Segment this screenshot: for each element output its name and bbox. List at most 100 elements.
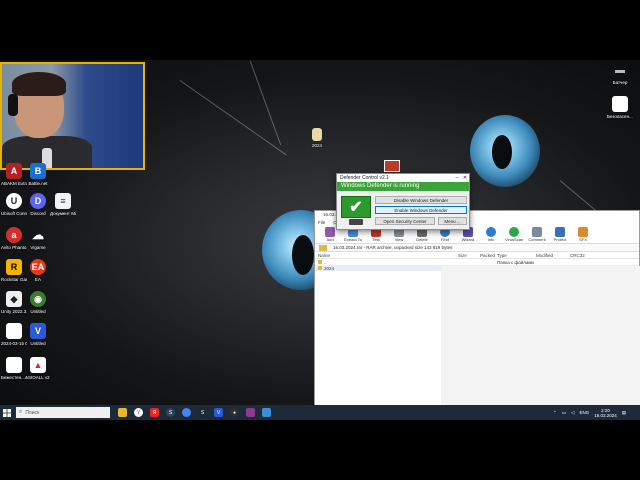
obs-icon[interactable]: ● bbox=[230, 408, 239, 417]
enable-defender-button[interactable]: Enable Windows Defender bbox=[375, 206, 467, 214]
clock-date: 16.03.2024 bbox=[594, 412, 617, 418]
defender-control-window[interactable]: Defender Control v2.1 – ✕ Windows Defend… bbox=[336, 173, 470, 230]
webcam-overlay bbox=[0, 62, 145, 170]
desktop-icon-vigame[interactable]: ☁ Vigame bbox=[25, 227, 51, 251]
menu-file[interactable]: File bbox=[318, 219, 325, 226]
file-icon bbox=[6, 357, 22, 373]
toolbar-label: Delete bbox=[416, 237, 428, 242]
minimize-icon[interactable]: – bbox=[453, 175, 461, 181]
winrar-taskbar-icon[interactable] bbox=[246, 408, 255, 417]
desktop-icon-label: ASIOALL v2 Instruction... bbox=[25, 375, 51, 380]
clock[interactable]: 2:20 16.03.2024 bbox=[594, 408, 617, 418]
toolbar-comment[interactable]: Comment bbox=[528, 226, 546, 243]
toolbar-virusscan[interactable]: VirusScan bbox=[505, 226, 523, 243]
archive-path-bar[interactable]: 16.03.2024.rar - RAR archive, unpacked s… bbox=[315, 244, 639, 252]
tray-chevron-icon[interactable]: ⌃ bbox=[553, 410, 557, 416]
desktop-icon-untitled-1[interactable]: ◉ Untitled bbox=[25, 291, 51, 315]
column-packed[interactable]: Packed bbox=[480, 252, 495, 259]
disable-defender-button[interactable]: Disable Windows Defender bbox=[375, 196, 467, 204]
window-title: Defender Control v2.1 bbox=[340, 175, 389, 181]
system-tray: ⌃ ▭ ◁ ENG 2:20 16.03.2024 ▤ bbox=[553, 405, 626, 420]
yandex-browser-icon[interactable]: Y bbox=[134, 408, 143, 417]
desktop-icon-security[interactable]: Безопасен... Ноносторсу... bbox=[607, 96, 633, 120]
winrar-window[interactable]: 16.03.2024.rar File Comm Add Extract To … bbox=[314, 210, 640, 407]
desktop-icon-untitled-2[interactable]: V Untitled bbox=[25, 323, 51, 347]
desktop-icon-abakm[interactable]: A ABAKM Extra... bbox=[1, 163, 27, 187]
unity-icon: ◆ bbox=[6, 291, 22, 307]
toolbar-label: Find bbox=[441, 237, 449, 242]
column-name[interactable]: Name bbox=[318, 252, 330, 259]
desktop-icon-ea[interactable]: EA EA bbox=[25, 259, 51, 283]
virusscan-icon bbox=[509, 227, 519, 237]
file-list-header: Name Size Packed Type Modified CRC32 bbox=[315, 252, 639, 259]
android-icon: ◉ bbox=[30, 291, 46, 307]
screen: A ABAKM Extra... B Battle.net U Ubisoft … bbox=[0, 0, 640, 480]
desktop-icon-label: Unity 2022.3.20f1 bbox=[1, 309, 27, 314]
start-button[interactable] bbox=[0, 405, 14, 420]
toolbar-protect[interactable]: Protect bbox=[551, 226, 569, 243]
desktop-icon-batcher[interactable]: ▬ Батчер bbox=[607, 62, 633, 86]
winrar-empty-area bbox=[441, 266, 640, 407]
desktop-icon-discord[interactable]: D Discord bbox=[25, 193, 51, 217]
desktop-icon-label: Бежестен... Ноностер... bbox=[1, 375, 27, 380]
column-crc32[interactable]: CRC32 bbox=[570, 252, 585, 259]
defender-control-taskbar-icon[interactable] bbox=[262, 408, 271, 417]
add-icon bbox=[325, 227, 335, 237]
column-size[interactable]: Size bbox=[458, 252, 467, 259]
yandex-icon[interactable]: Я bbox=[150, 408, 159, 417]
desktop-icon-label: Батчер bbox=[612, 80, 628, 85]
menu-button[interactable]: Menu ... bbox=[438, 217, 467, 225]
desktop-icon-label: Vigame bbox=[30, 245, 46, 250]
desktop-icon-document[interactable]: ≡ Документ Microso... bbox=[50, 193, 76, 217]
desktop-folder-2024[interactable]: 2024 bbox=[304, 128, 330, 149]
volume-icon[interactable]: ◁ bbox=[571, 410, 574, 416]
dragging-icon bbox=[384, 160, 400, 172]
file-explorer-icon[interactable] bbox=[118, 408, 127, 417]
avito-icon: a bbox=[6, 227, 22, 243]
toolbar-label: SFX bbox=[579, 237, 587, 242]
toolbar-label: Info bbox=[487, 237, 495, 242]
close-icon[interactable]: ✕ bbox=[461, 175, 469, 181]
taskbar: ⌕ Поиск Y Я S S V ● ⌃ ▭ ◁ ENG 2:20 16.03… bbox=[0, 405, 640, 420]
notification-icon[interactable]: ▤ bbox=[622, 410, 626, 416]
desktop-icon-video-file[interactable]: 2024-03-15 00-47-22... bbox=[1, 323, 27, 347]
desktop-icon-doc-file[interactable]: Бежестен... Ноностер... bbox=[1, 357, 27, 381]
network-icon[interactable]: ▭ bbox=[562, 410, 566, 416]
desktop-icon-asioall[interactable]: ▲ ASIOALL v2 Instruction... bbox=[25, 357, 51, 381]
toolbar-info[interactable]: Info bbox=[482, 226, 500, 243]
defender-titlebar[interactable]: Defender Control v2.1 – ✕ bbox=[337, 174, 469, 182]
steam-alt-icon[interactable]: S bbox=[198, 408, 207, 417]
info-icon bbox=[486, 227, 496, 237]
desktop-icon-ubisoft[interactable]: U Ubisoft Connect bbox=[1, 193, 27, 217]
column-type[interactable]: Type bbox=[497, 252, 507, 259]
rockstar-icon: R bbox=[6, 259, 22, 275]
wallpaper-cat-pupil-left bbox=[292, 235, 314, 275]
column-modified[interactable]: Modified bbox=[536, 252, 553, 259]
search-icon: ⌕ bbox=[19, 409, 23, 415]
desktop-icon-label: Avito Phanto... bbox=[1, 245, 27, 250]
toolbar-sfx[interactable]: SFX bbox=[574, 226, 592, 243]
desktop-icon-avito[interactable]: a Avito Phanto... bbox=[1, 227, 27, 251]
desktop-icon-unity[interactable]: ◆ Unity 2022.3.20f1 bbox=[1, 291, 27, 315]
discord-icon: D bbox=[30, 193, 46, 209]
toolbar-label: Protect bbox=[553, 237, 567, 242]
desktop-icon-label: ABAKM Extra... bbox=[1, 181, 27, 186]
toolbar-label: Test bbox=[372, 237, 380, 242]
chrome-icon[interactable] bbox=[182, 408, 191, 417]
webcam-headset bbox=[8, 94, 18, 116]
steam-icon[interactable]: S bbox=[166, 408, 175, 417]
language-indicator[interactable]: ENG bbox=[579, 410, 589, 415]
open-security-center-button[interactable]: Open Security Center bbox=[375, 217, 435, 225]
desktop-icon-rockstar[interactable]: R Rockstar Games ... bbox=[1, 259, 27, 283]
desktop-icon-label: 2024-03-15 00-47-22... bbox=[1, 341, 27, 346]
v-app-taskbar-icon[interactable]: V bbox=[214, 408, 223, 417]
toolbar-label: VirusScan bbox=[505, 237, 524, 242]
desktop-icon-battlenet[interactable]: B Battle.net bbox=[25, 163, 51, 187]
desktop-icon-label: Untitled bbox=[30, 309, 46, 314]
wallpaper-cat-pupil-right bbox=[492, 135, 512, 169]
desktop-icon-label: Untitled bbox=[30, 341, 46, 346]
folder-up-icon bbox=[318, 260, 322, 264]
toolbar-label: Wizard bbox=[461, 237, 475, 242]
taskbar-search-box[interactable]: ⌕ Поиск bbox=[16, 407, 110, 418]
defender-status-banner: Windows Defender is running bbox=[337, 182, 469, 191]
